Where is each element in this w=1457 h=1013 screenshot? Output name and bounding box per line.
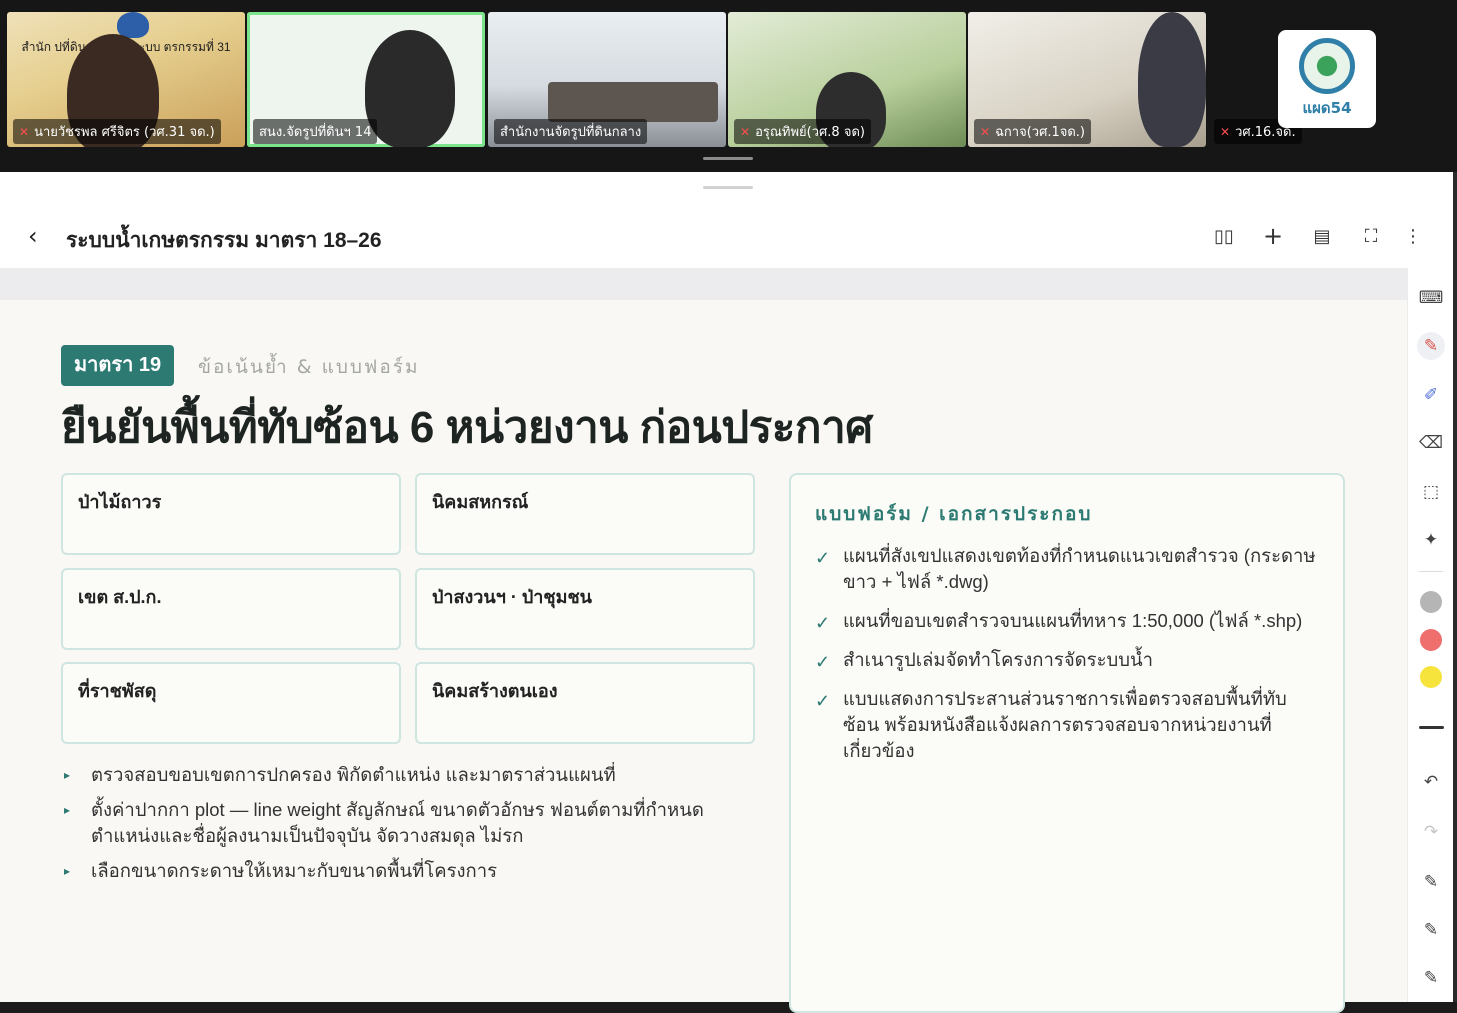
document-viewer: ‹ ระบบน้ำเกษตรกรรม มาตรา 18–26 ▯▯ + ▤ ⛶ … <box>0 172 1454 1013</box>
logo-text: แผด54 <box>1302 99 1352 117</box>
participant-tile-2[interactable]: สนง.จัดรูปที่ดินฯ 14 <box>247 12 485 147</box>
more-icon[interactable]: ⋮ <box>1399 222 1427 250</box>
mic-off-icon: ✕ <box>1220 124 1231 139</box>
agency-card: เขต ส.ป.ก. <box>61 568 401 650</box>
list-item: ตั้งค่าปากกา plot — line weight สัญลักษณ… <box>61 797 731 849</box>
participant-tile-1[interactable]: สำนัก ปที่ดิน / และจัดระบบ ตรกรรมที่ 31 … <box>7 12 245 147</box>
participant-video <box>365 30 455 147</box>
panel-drag-handle[interactable] <box>703 186 753 189</box>
list-item: แผนที่ขอบเขตสำรวจบนแผนที่ทหาร 1:50,000 (… <box>813 608 1323 636</box>
lasso-select-icon[interactable]: ⬚ <box>1417 478 1445 506</box>
strip-resize-handle[interactable] <box>703 157 753 160</box>
participant-name: ✕ อรุณทิพย์(วศ.8 จด) <box>734 119 871 144</box>
participant-tile-4[interactable]: ✕ อรุณทิพย์(วศ.8 จด) <box>728 12 966 147</box>
mic-off-icon: ✕ <box>740 124 751 139</box>
fullscreen-icon[interactable]: ⛶ <box>1357 222 1385 250</box>
agency-card: ที่ราชพัสดุ <box>61 662 401 744</box>
magic-icon[interactable]: ✦ <box>1417 526 1445 554</box>
participant-name: สนง.จัดรูปที่ดินฯ 14 <box>253 119 378 144</box>
video-strip: สำนัก ปที่ดิน / และจัดระบบ ตรกรรมที่ 31 … <box>0 0 1457 172</box>
slide-page: มาตรา 19 ข้อเน้นย้ำ & แบบฟอร์ม ยืนยันพื้… <box>0 300 1407 1013</box>
conference-table <box>548 82 718 122</box>
mic-off-icon: ✕ <box>980 124 991 139</box>
slide-subtitle: ข้อเน้นย้ำ & แบบฟอร์ม <box>198 356 420 378</box>
book-icon[interactable]: ▯▯ <box>1210 222 1238 250</box>
color-swatch-yellow[interactable] <box>1420 666 1442 688</box>
forms-list: แผนที่สังเขปแสดงเขตท้องที่กำหนดแนวเขตสำร… <box>813 543 1323 777</box>
redo-icon[interactable]: ↷ <box>1417 818 1445 846</box>
keyboard-icon[interactable]: ⌨ <box>1417 284 1445 312</box>
color-swatch-red[interactable] <box>1420 629 1442 651</box>
list-item: แบบแสดงการประสานส่วนราชการเพื่อตรวจสอบพื… <box>813 686 1323 764</box>
annotation-toolbar: ⌨ ✎ ✐ ⌫ ⬚ ✦ ↶ ↷ ✎ ✎ ✎ <box>1407 268 1454 1002</box>
organization-logo-icon <box>1299 38 1355 94</box>
pen-settings-icon[interactable]: ✎ <box>1417 868 1445 896</box>
participant-tile-3[interactable]: สำนักงานจัดรูปที่ดินกลาง <box>488 12 726 147</box>
undo-icon[interactable]: ↶ <box>1417 768 1445 796</box>
emblem-icon <box>117 12 149 38</box>
participant-name: ✕ นายวัชรพล ศรีจิตร (วศ.31 จด.) <box>13 119 221 144</box>
participant-name: สำนักงานจัดรูปที่ดินกลาง <box>494 119 648 144</box>
agency-card: นิคมสหกรณ์ <box>415 473 755 555</box>
slide-heading: ยืนยันพื้นที่ทับซ้อน 6 หน่วยงาน ก่อนประก… <box>61 403 873 452</box>
plus-icon[interactable]: + <box>1259 222 1287 250</box>
agency-card: ป่าไม้ถาวร <box>61 473 401 555</box>
bullet-list: ตรวจสอบขอบเขตการปกครอง พิกัดตำแหน่ง และม… <box>61 762 761 893</box>
color-swatch-grey[interactable] <box>1420 591 1442 613</box>
page-gap <box>0 270 1407 300</box>
window-edge <box>1453 172 1457 1002</box>
list-item: แผนที่สังเขปแสดงเขตท้องที่กำหนดแนวเขตสำร… <box>813 543 1323 595</box>
mic-off-icon: ✕ <box>19 124 30 139</box>
highlighter-icon[interactable]: ✐ <box>1417 381 1445 409</box>
back-chevron-icon[interactable]: ‹ <box>28 222 38 250</box>
list-item: เลือกขนาดกระดาษให้เหมาะกับขนาดพื้นที่โคร… <box>61 858 761 884</box>
section-badge: มาตรา 19 <box>61 345 175 386</box>
forms-title: แบบฟอร์ม / เอกสารประกอบ <box>815 503 1093 525</box>
document-topbar: ‹ ระบบน้ำเกษตรกรรม มาตรา 18–26 ▯▯ + ▤ ⛶ … <box>0 208 1453 268</box>
participant-name: ✕ ฉกาจ(วศ.1จด.) <box>974 119 1091 144</box>
pen-timer-icon[interactable]: ✎ <box>1417 916 1445 944</box>
pen-icon[interactable]: ✎ <box>1417 332 1445 360</box>
participant-tile-5[interactable]: ✕ ฉกาจ(วศ.1จด.) <box>968 12 1206 147</box>
participant-avatar-logo: แผด54 <box>1278 30 1376 128</box>
agency-card: ป่าสงวนฯ · ป่าชุมชน <box>415 568 755 650</box>
document-title: ระบบน้ำเกษตรกรรม มาตรา 18–26 <box>66 229 382 252</box>
divider <box>1419 571 1443 572</box>
stroke-width-icon[interactable] <box>1419 726 1444 729</box>
eraser-icon[interactable]: ⌫ <box>1417 429 1445 457</box>
list-item: ตรวจสอบขอบเขตการปกครอง พิกัดตำแหน่ง และม… <box>61 762 761 788</box>
pen-share-icon[interactable]: ✎ <box>1417 964 1445 992</box>
participant-video <box>1138 12 1206 147</box>
list-item: สำเนารูปเล่มจัดทำโครงการจัดระบบน้ำ <box>813 647 1323 675</box>
edit-doc-icon[interactable]: ▤ <box>1308 222 1336 250</box>
forms-panel: แบบฟอร์ม / เอกสารประกอบ แผนที่สังเขปแสดง… <box>789 473 1345 1013</box>
agency-card: นิคมสร้างตนเอง <box>415 662 755 744</box>
